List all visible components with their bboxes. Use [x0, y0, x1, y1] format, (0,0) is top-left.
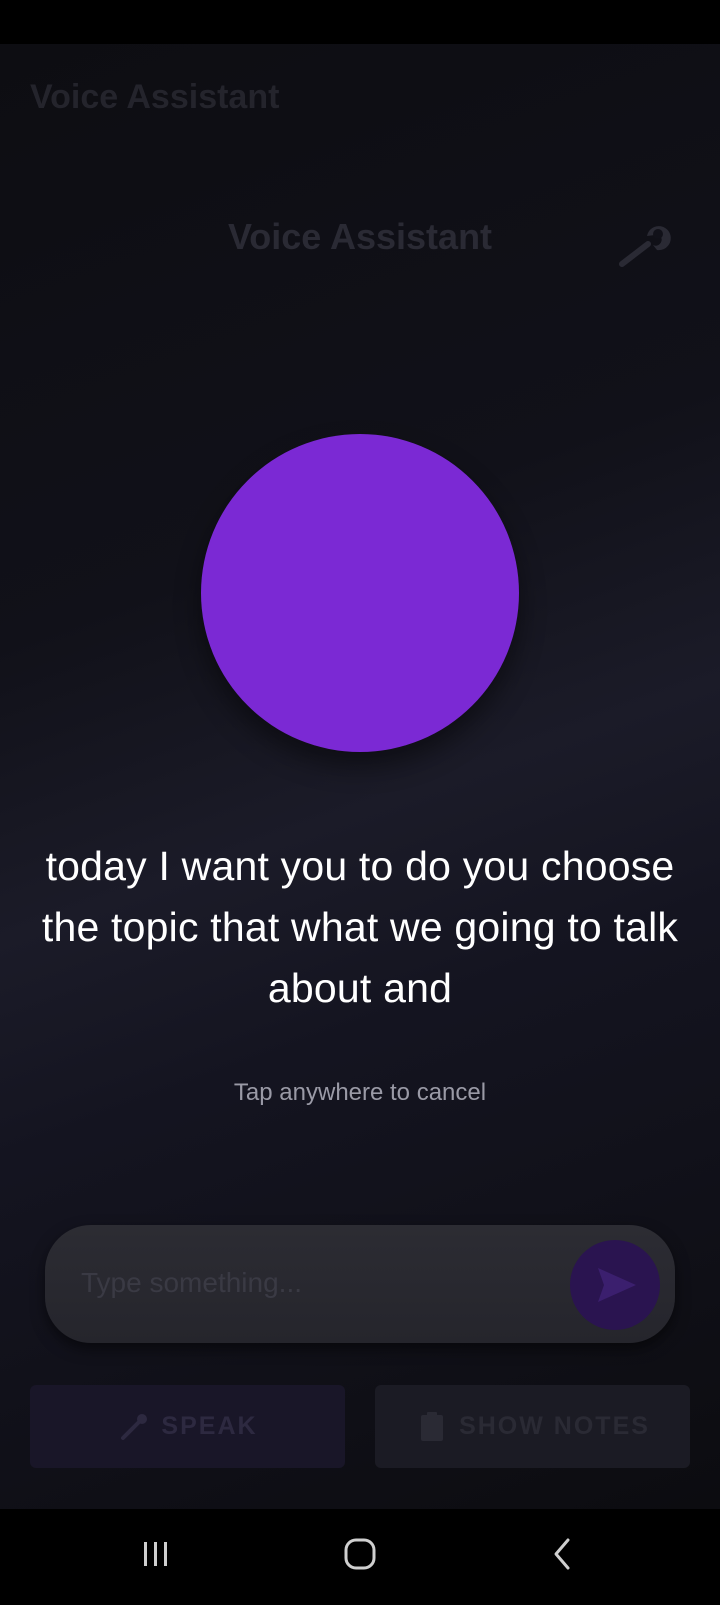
back-icon — [554, 1538, 570, 1570]
speech-transcript: today I want you to do you choose the to… — [41, 843, 679, 1011]
status-bar — [0, 0, 720, 44]
message-input[interactable] — [81, 1261, 551, 1305]
speak-label: SPEAK — [161, 1412, 258, 1440]
show-notes-button[interactable]: SHOW NOTES — [375, 1385, 690, 1468]
show-notes-label: SHOW NOTES — [459, 1412, 650, 1440]
app-bar-title: Voice Assistant — [30, 78, 280, 116]
system-nav-bar — [0, 1509, 720, 1600]
recents-button[interactable] — [106, 1509, 206, 1600]
page-title: Voice Assistant — [227, 216, 493, 257]
listening-orb[interactable] — [201, 434, 519, 752]
clipboard-icon — [421, 1411, 444, 1441]
home-icon — [344, 1538, 376, 1570]
home-button[interactable] — [310, 1509, 410, 1600]
recents-icon — [144, 1542, 167, 1566]
back-button[interactable] — [512, 1509, 612, 1600]
speak-button[interactable]: SPEAK — [30, 1385, 345, 1468]
cancel-hint: Tap anywhere to cancel — [233, 1079, 487, 1106]
message-composer — [45, 1225, 675, 1343]
microphone-icon — [121, 1413, 148, 1440]
wrench-icon[interactable] — [614, 214, 674, 274]
send-button[interactable] — [570, 1240, 660, 1330]
send-icon — [598, 1268, 636, 1302]
app-screen[interactable]: Voice Assistant Voice Assistant today I … — [0, 44, 720, 1509]
